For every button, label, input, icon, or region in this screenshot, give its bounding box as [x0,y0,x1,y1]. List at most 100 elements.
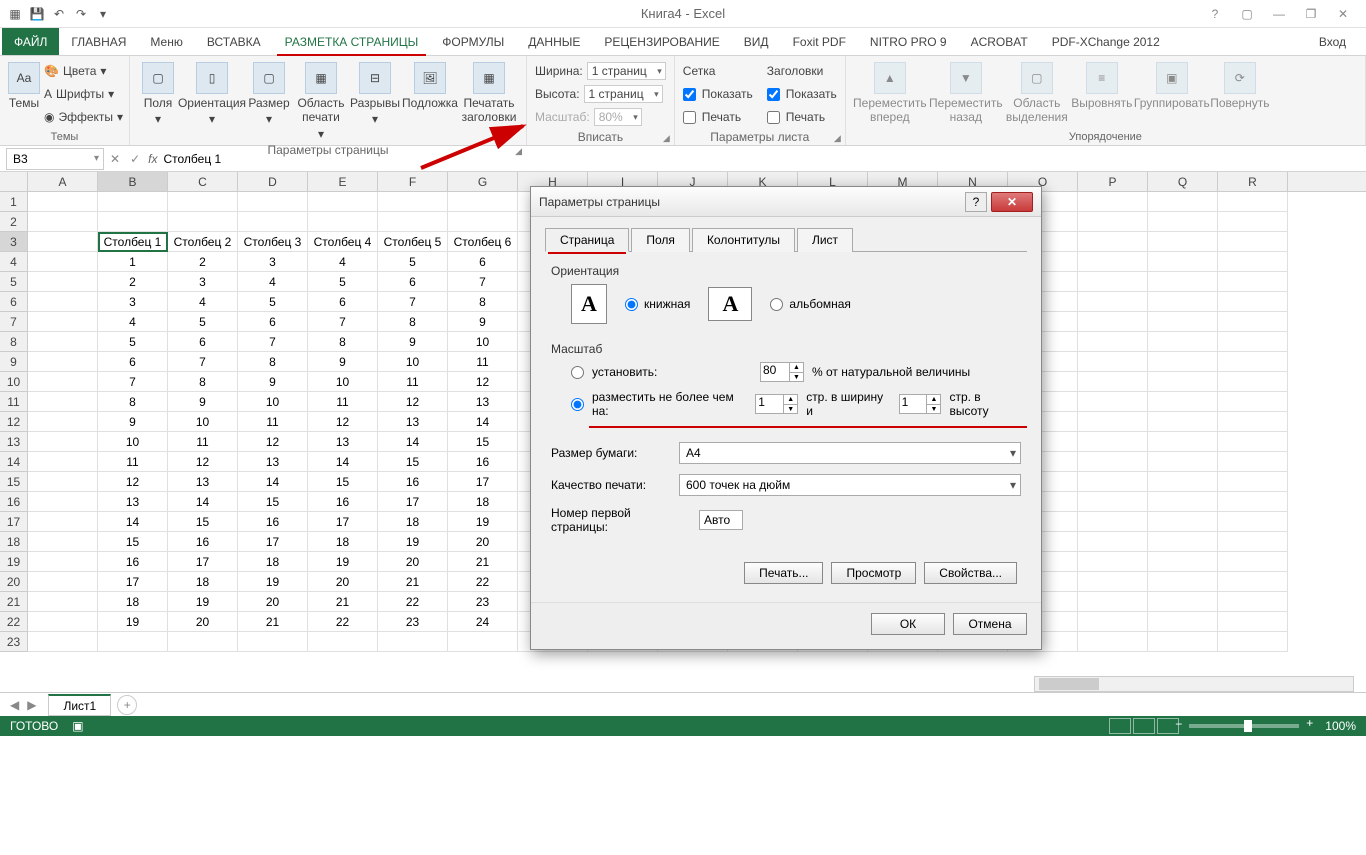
row-header[interactable]: 21 [0,592,28,612]
cell[interactable]: 8 [448,292,518,312]
print-button[interactable]: Печать... [744,562,823,584]
tab-home[interactable]: ГЛАВНАЯ [59,28,138,55]
cell[interactable]: 9 [168,392,238,412]
col-header[interactable]: D [238,172,308,191]
cell[interactable]: 16 [238,512,308,532]
cell[interactable] [1078,372,1148,392]
customize-qat-icon[interactable]: ▾ [94,5,112,23]
cell[interactable] [28,212,98,232]
row-header[interactable]: 6 [0,292,28,312]
cell[interactable]: 14 [378,432,448,452]
tab-formulas[interactable]: ФОРМУЛЫ [430,28,516,55]
breaks-button[interactable]: ⊟Разрывы▾ [350,60,400,127]
cell[interactable] [1148,512,1218,532]
cell[interactable]: 9 [98,412,168,432]
row-header[interactable]: 1 [0,192,28,212]
minimize-icon[interactable]: — [1270,7,1288,21]
preview-button[interactable]: Просмотр [831,562,916,584]
cell[interactable] [1148,452,1218,472]
cell[interactable] [1078,392,1148,412]
cell[interactable] [1148,232,1218,252]
cell[interactable] [28,572,98,592]
cell[interactable] [1148,592,1218,612]
cell[interactable] [1078,232,1148,252]
cell[interactable] [1078,432,1148,452]
cell[interactable]: 11 [98,452,168,472]
cell[interactable] [1078,272,1148,292]
page-setup-launcher-icon[interactable]: ◢ [515,146,522,157]
cell[interactable] [1218,472,1288,492]
horizontal-scrollbar[interactable]: ◀ ▶ [1034,676,1354,692]
row-header[interactable]: 10 [0,372,28,392]
cell[interactable]: 16 [378,472,448,492]
cell[interactable]: 10 [378,352,448,372]
cell[interactable] [378,192,448,212]
cell[interactable] [168,192,238,212]
cell[interactable]: 17 [448,472,518,492]
cell[interactable]: 17 [308,512,378,532]
cell[interactable]: 12 [238,432,308,452]
undo-icon[interactable]: ↶ [50,5,68,23]
cell[interactable] [1148,312,1218,332]
cell[interactable]: 5 [238,292,308,312]
first-page-input[interactable]: Авто [699,510,743,530]
cell[interactable]: 17 [168,552,238,572]
cell[interactable]: 21 [448,552,518,572]
cell[interactable] [308,632,378,652]
cell[interactable] [308,192,378,212]
cell[interactable] [28,432,98,452]
cell[interactable]: 9 [308,352,378,372]
cell[interactable]: 17 [378,492,448,512]
row-header[interactable]: 3 [0,232,28,252]
cell[interactable] [1148,492,1218,512]
colors-menu[interactable]: 🎨 Цвета ▾ [44,60,123,82]
cell[interactable]: 15 [448,432,518,452]
cell[interactable] [1078,572,1148,592]
cell[interactable]: 12 [98,472,168,492]
cell[interactable]: 11 [378,372,448,392]
col-header[interactable]: R [1218,172,1288,191]
cell[interactable] [1148,552,1218,572]
cell[interactable]: 21 [238,612,308,632]
cell[interactable] [1218,632,1288,652]
sheet-nav-next-icon[interactable]: ▶ [27,698,36,712]
tab-insert[interactable]: ВСТАВКА [195,28,273,55]
cell[interactable]: 21 [308,592,378,612]
cell[interactable] [448,632,518,652]
cell[interactable]: 5 [308,272,378,292]
cell[interactable] [1078,312,1148,332]
cell[interactable] [1218,392,1288,412]
cell[interactable]: 13 [448,392,518,412]
cell[interactable]: 21 [378,572,448,592]
scale-width-select[interactable]: 1 страниц [587,62,666,80]
restore-icon[interactable]: ❐ [1302,7,1320,21]
cell[interactable] [1218,252,1288,272]
macro-record-icon[interactable]: ▣ [72,719,83,733]
cell[interactable]: 7 [168,352,238,372]
cell[interactable] [1078,412,1148,432]
dialog-help-button[interactable]: ? [965,192,987,212]
cell[interactable]: 14 [168,492,238,512]
col-header[interactable]: Q [1148,172,1218,191]
excel-icon[interactable]: ▦ [6,5,24,23]
cell[interactable] [378,212,448,232]
cell[interactable]: 3 [98,292,168,312]
effects-menu[interactable]: ◉ Эффекты ▾ [44,106,123,128]
cell[interactable]: 8 [98,392,168,412]
cell[interactable] [1078,452,1148,472]
cell[interactable]: 3 [168,272,238,292]
cell[interactable] [28,632,98,652]
cell[interactable]: 17 [238,532,308,552]
cell[interactable] [28,332,98,352]
cell[interactable]: 5 [378,252,448,272]
dialog-tab-headerfooter[interactable]: Колонтитулы [692,228,795,252]
row-header[interactable]: 11 [0,392,28,412]
cell[interactable]: 19 [378,532,448,552]
cell[interactable] [1078,332,1148,352]
row-header[interactable]: 19 [0,552,28,572]
cell[interactable] [98,212,168,232]
cell[interactable] [1078,632,1148,652]
headings-print-check[interactable] [767,111,780,124]
col-header[interactable]: F [378,172,448,191]
cell[interactable]: 12 [378,392,448,412]
